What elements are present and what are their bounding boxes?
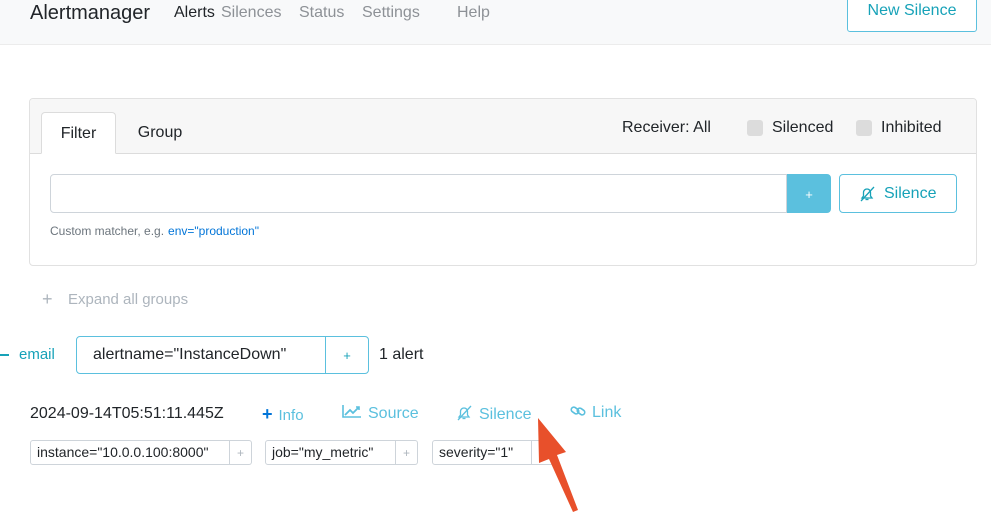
- plus-icon: +: [42, 289, 53, 309]
- label-chip-job[interactable]: job="my_metric": [265, 440, 396, 465]
- matcher-input[interactable]: [50, 174, 787, 213]
- alert-count: 1 alert: [379, 346, 424, 363]
- filter-card-header: Filter Group Receiver: All Silenced Inhi…: [30, 99, 976, 154]
- source-label: Source: [368, 405, 419, 422]
- expand-all-label: Expand all groups: [68, 291, 189, 308]
- label-chip-severity[interactable]: severity="1": [432, 440, 532, 465]
- receiver-name: email: [19, 346, 55, 363]
- chart-line-icon: [342, 404, 362, 423]
- inhibited-checkbox-box[interactable]: [856, 120, 872, 136]
- brand-logo[interactable]: Alertmanager: [30, 2, 150, 25]
- bell-slash-icon: [858, 185, 876, 208]
- info-button[interactable]: + Info: [262, 404, 304, 425]
- collapse-receiver-group[interactable]: email: [0, 346, 55, 363]
- navbar: Alertmanager Alerts Silences Status Sett…: [0, 0, 991, 45]
- annotation-arrow: [538, 418, 578, 512]
- filter-card: Filter Group Receiver: All Silenced Inhi…: [29, 98, 977, 266]
- plus-icon: +: [262, 404, 273, 424]
- label-chip-job-add[interactable]: +: [396, 440, 418, 465]
- minus-icon: [0, 354, 9, 357]
- alert-timestamp: 2024-09-14T05:51:11.445Z: [30, 405, 224, 422]
- inhibited-label: Inhibited: [881, 119, 942, 136]
- add-matcher-button[interactable]: +: [787, 174, 831, 213]
- tab-group[interactable]: Group: [120, 112, 200, 154]
- label-chip-instance[interactable]: instance="10.0.0.100:8000": [30, 440, 230, 465]
- label-chip-instance-add[interactable]: +: [230, 440, 252, 465]
- tab-filter[interactable]: Filter: [41, 112, 116, 154]
- receiver-dropdown[interactable]: Receiver: All: [622, 119, 711, 137]
- group-label-button[interactable]: alertname="InstanceDown": [76, 336, 326, 374]
- nav-status[interactable]: Status: [299, 4, 344, 22]
- bell-slash-icon: [455, 404, 473, 424]
- link-label: Link: [592, 404, 622, 421]
- silenced-label: Silenced: [772, 119, 834, 136]
- hint-text: Custom matcher, e.g.: [50, 224, 165, 238]
- nav-silences[interactable]: Silences: [221, 4, 281, 22]
- silenced-checkbox-box[interactable]: [747, 120, 763, 136]
- silence-filter-label: Silence: [884, 185, 937, 202]
- silence-filter-button[interactable]: Silence: [839, 174, 957, 213]
- matcher-hint: Custom matcher, e.g. env="production": [50, 224, 259, 238]
- new-silence-button[interactable]: New Silence: [847, 0, 977, 32]
- info-label: Info: [278, 407, 304, 424]
- nav-settings[interactable]: Settings: [362, 4, 420, 22]
- hint-example: env="production": [168, 224, 259, 238]
- source-link[interactable]: Source: [342, 404, 419, 423]
- group-add-filter-button[interactable]: +: [325, 336, 369, 374]
- nav-alerts[interactable]: Alerts: [174, 4, 215, 22]
- nav-help[interactable]: Help: [457, 4, 490, 22]
